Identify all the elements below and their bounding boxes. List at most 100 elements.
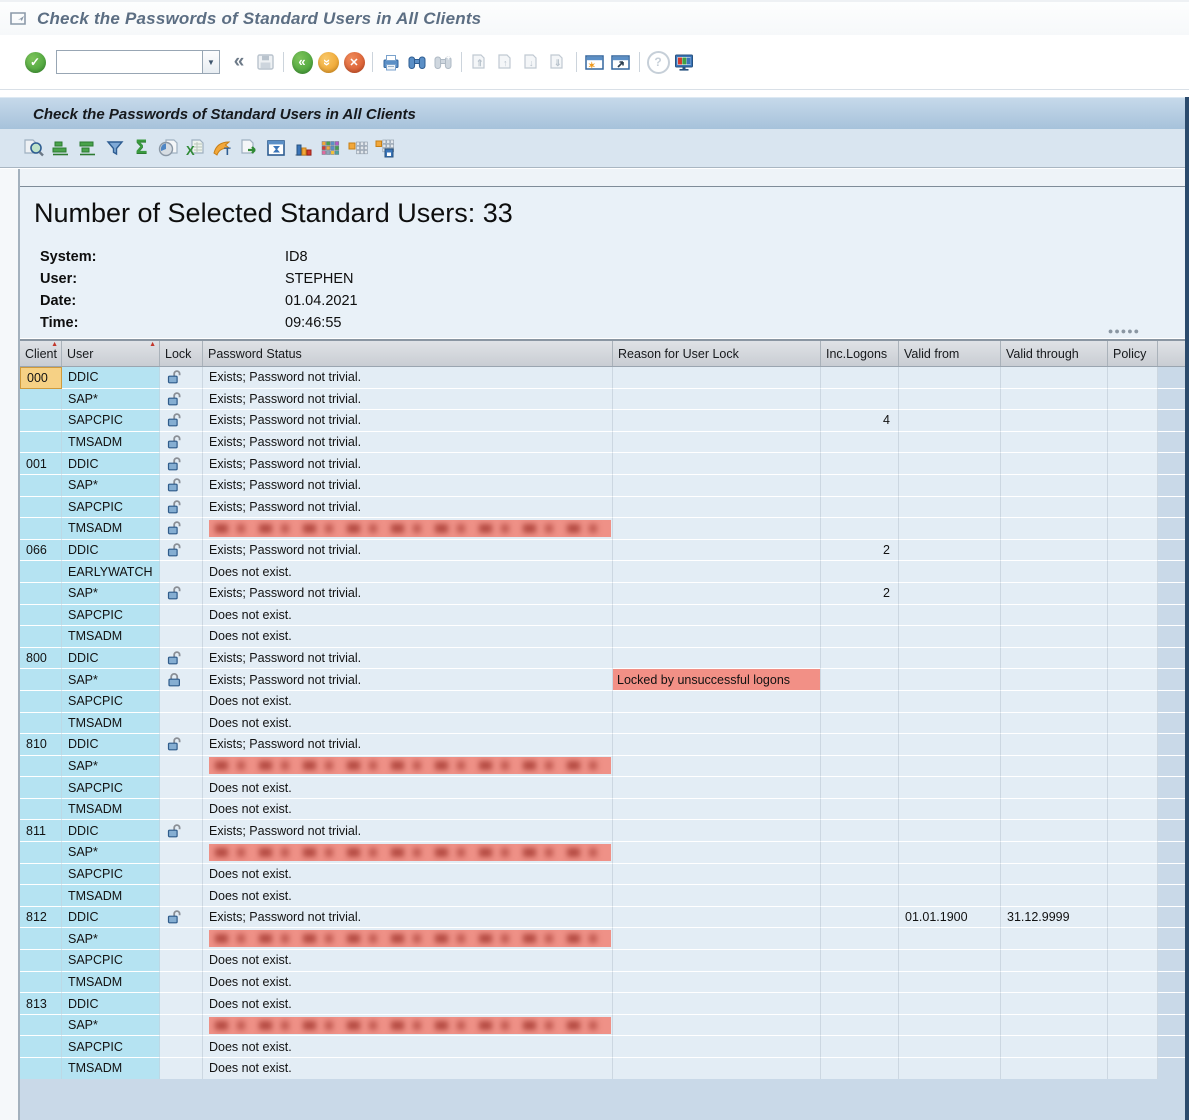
cell-inc-logons[interactable] <box>821 1036 899 1058</box>
cell-valid-through[interactable] <box>1001 691 1108 713</box>
cell-client[interactable] <box>20 626 62 648</box>
cell-policy[interactable] <box>1108 561 1158 583</box>
cell-valid-from[interactable] <box>899 669 1001 691</box>
cell-user[interactable]: SAP* <box>62 756 160 778</box>
cell-policy[interactable] <box>1108 734 1158 756</box>
cell-valid-through[interactable] <box>1001 1015 1108 1037</box>
cell-policy[interactable] <box>1108 1058 1158 1080</box>
cell-user[interactable]: DDIC <box>62 453 160 475</box>
cell-user[interactable]: SAP* <box>62 928 160 950</box>
cell-password-status[interactable]: Exists; Password not trivial. <box>203 475 613 497</box>
customize-layout-button[interactable] <box>671 49 697 75</box>
cell-valid-from[interactable] <box>899 993 1001 1015</box>
cell-valid-from[interactable] <box>899 583 1001 605</box>
cell-inc-logons[interactable] <box>821 972 899 994</box>
cell-reason-for-user-lock[interactable] <box>613 799 821 821</box>
cell-reason-for-user-lock[interactable] <box>613 907 821 929</box>
cell-valid-through[interactable] <box>1001 842 1108 864</box>
cell-valid-from[interactable] <box>899 928 1001 950</box>
cell-lock[interactable] <box>160 864 203 886</box>
change-layout-button[interactable] <box>317 135 344 161</box>
cell-client[interactable] <box>20 799 62 821</box>
cell-client[interactable] <box>20 432 62 454</box>
cell-inc-logons[interactable] <box>821 777 899 799</box>
cell-lock[interactable] <box>160 928 203 950</box>
cell-user[interactable]: SAPCPIC <box>62 691 160 713</box>
cell-inc-logons[interactable] <box>821 432 899 454</box>
cell-reason-for-user-lock[interactable] <box>613 928 821 950</box>
cell-password-status[interactable]: Does not exist. <box>203 605 613 627</box>
cell-client[interactable] <box>20 669 62 691</box>
cell-password-status[interactable]: Exists; Password not trivial. <box>203 820 613 842</box>
cell-valid-from[interactable] <box>899 432 1001 454</box>
command-field-dropdown-icon[interactable]: ▼ <box>202 50 220 74</box>
column-header-client[interactable]: Client▲ <box>20 341 62 366</box>
save-layout-button[interactable] <box>371 135 398 161</box>
cell-lock[interactable] <box>160 972 203 994</box>
cell-valid-through[interactable] <box>1001 713 1108 735</box>
cell-lock[interactable] <box>160 1058 203 1080</box>
cell-lock[interactable] <box>160 842 203 864</box>
cell-password-status[interactable] <box>203 1015 613 1037</box>
cell-password-status[interactable]: Exists; Password not trivial. <box>203 540 613 562</box>
cell-user[interactable]: TMSADM <box>62 626 160 648</box>
cell-password-status[interactable]: Exists; Password not trivial. <box>203 432 613 454</box>
command-field-input[interactable] <box>56 50 202 74</box>
cell-reason-for-user-lock[interactable] <box>613 475 821 497</box>
cell-valid-from[interactable] <box>899 367 1001 389</box>
cell-password-status[interactable]: Exists; Password not trivial. <box>203 648 613 670</box>
cell-inc-logons[interactable] <box>821 453 899 475</box>
cell-password-status[interactable] <box>203 928 613 950</box>
cell-policy[interactable] <box>1108 713 1158 735</box>
cell-reason-for-user-lock[interactable] <box>613 561 821 583</box>
cell-lock[interactable] <box>160 626 203 648</box>
cell-policy[interactable] <box>1108 950 1158 972</box>
cell-password-status[interactable]: Does not exist. <box>203 561 613 583</box>
cell-lock[interactable] <box>160 605 203 627</box>
cell-policy[interactable] <box>1108 864 1158 886</box>
cell-valid-through[interactable] <box>1001 583 1108 605</box>
cell-valid-from[interactable] <box>899 561 1001 583</box>
new-session-button[interactable]: ✶ <box>582 49 608 75</box>
cell-policy[interactable] <box>1108 669 1158 691</box>
cell-lock[interactable] <box>160 993 203 1015</box>
cell-policy[interactable] <box>1108 691 1158 713</box>
cell-valid-through[interactable] <box>1001 389 1108 411</box>
cell-reason-for-user-lock[interactable] <box>613 993 821 1015</box>
cell-client[interactable] <box>20 1058 62 1080</box>
cell-inc-logons[interactable] <box>821 734 899 756</box>
back-button[interactable]: « <box>289 49 315 75</box>
last-page-button[interactable]: ⇓ <box>545 49 571 75</box>
cell-user[interactable]: DDIC <box>62 993 160 1015</box>
cell-valid-through[interactable] <box>1001 475 1108 497</box>
cell-password-status[interactable] <box>203 756 613 778</box>
cell-valid-through[interactable] <box>1001 605 1108 627</box>
cell-valid-from[interactable] <box>899 497 1001 519</box>
cell-user[interactable]: SAP* <box>62 669 160 691</box>
cell-valid-through[interactable] <box>1001 518 1108 540</box>
cell-client[interactable]: 066 <box>20 540 62 562</box>
cell-user[interactable]: SAPCPIC <box>62 1036 160 1058</box>
cell-lock[interactable] <box>160 432 203 454</box>
cell-valid-from[interactable] <box>899 713 1001 735</box>
cell-password-status[interactable] <box>203 518 613 540</box>
cell-valid-from[interactable]: 01.01.1900 <box>899 907 1001 929</box>
cell-client[interactable] <box>20 475 62 497</box>
cell-lock[interactable] <box>160 540 203 562</box>
cell-user[interactable]: DDIC <box>62 648 160 670</box>
cell-reason-for-user-lock[interactable] <box>613 648 821 670</box>
cell-valid-from[interactable] <box>899 777 1001 799</box>
cell-client[interactable] <box>20 410 62 432</box>
cell-client[interactable] <box>20 950 62 972</box>
cell-user[interactable]: SAP* <box>62 583 160 605</box>
cell-policy[interactable] <box>1108 777 1158 799</box>
cell-password-status[interactable]: Exists; Password not trivial. <box>203 669 613 691</box>
cell-reason-for-user-lock[interactable] <box>613 864 821 886</box>
cell-inc-logons[interactable] <box>821 799 899 821</box>
sort-descending-button[interactable] <box>74 135 101 161</box>
cell-valid-from[interactable] <box>899 842 1001 864</box>
cell-client[interactable] <box>20 497 62 519</box>
cell-policy[interactable] <box>1108 885 1158 907</box>
cell-client[interactable] <box>20 713 62 735</box>
cell-lock[interactable] <box>160 1036 203 1058</box>
